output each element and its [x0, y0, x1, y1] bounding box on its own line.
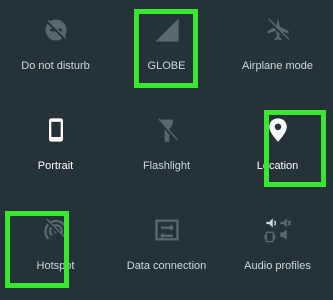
tile-globe-network[interactable]: GLOBE	[111, 0, 222, 100]
tile-label: Portrait	[37, 160, 74, 172]
flashlight-icon	[153, 116, 181, 144]
tile-label: Audio profiles	[244, 260, 311, 272]
data-connection-icon	[153, 216, 181, 244]
tile-label: Do not disturb	[21, 60, 90, 72]
tile-label: Data connection	[126, 260, 207, 272]
do-not-disturb-icon	[42, 16, 70, 44]
audio-profiles-icon	[263, 216, 292, 244]
tile-label: GLOBE	[147, 60, 186, 72]
tile-data-connection[interactable]: Data connection	[111, 200, 222, 300]
tile-hotspot[interactable]: Hotspot	[0, 200, 111, 300]
tile-label: Airplane mode	[242, 60, 313, 72]
tile-location[interactable]: Location	[222, 100, 333, 200]
airplane-icon	[264, 16, 292, 44]
tile-airplane-mode[interactable]: Airplane mode	[222, 0, 333, 100]
location-pin-icon	[264, 116, 292, 144]
portrait-phone-icon	[42, 116, 70, 144]
tile-label: Location	[256, 160, 299, 172]
tile-portrait[interactable]: Portrait	[0, 100, 111, 200]
tile-do-not-disturb[interactable]: Do not disturb	[0, 0, 111, 100]
cellular-signal-icon	[153, 16, 181, 44]
hotspot-icon	[42, 216, 70, 244]
tile-label: Hotspot	[36, 260, 75, 272]
tile-flashlight[interactable]: Flashlight	[111, 100, 222, 200]
tile-audio-profiles[interactable]: Audio profiles	[222, 200, 333, 300]
tile-label: Flashlight	[142, 160, 191, 172]
